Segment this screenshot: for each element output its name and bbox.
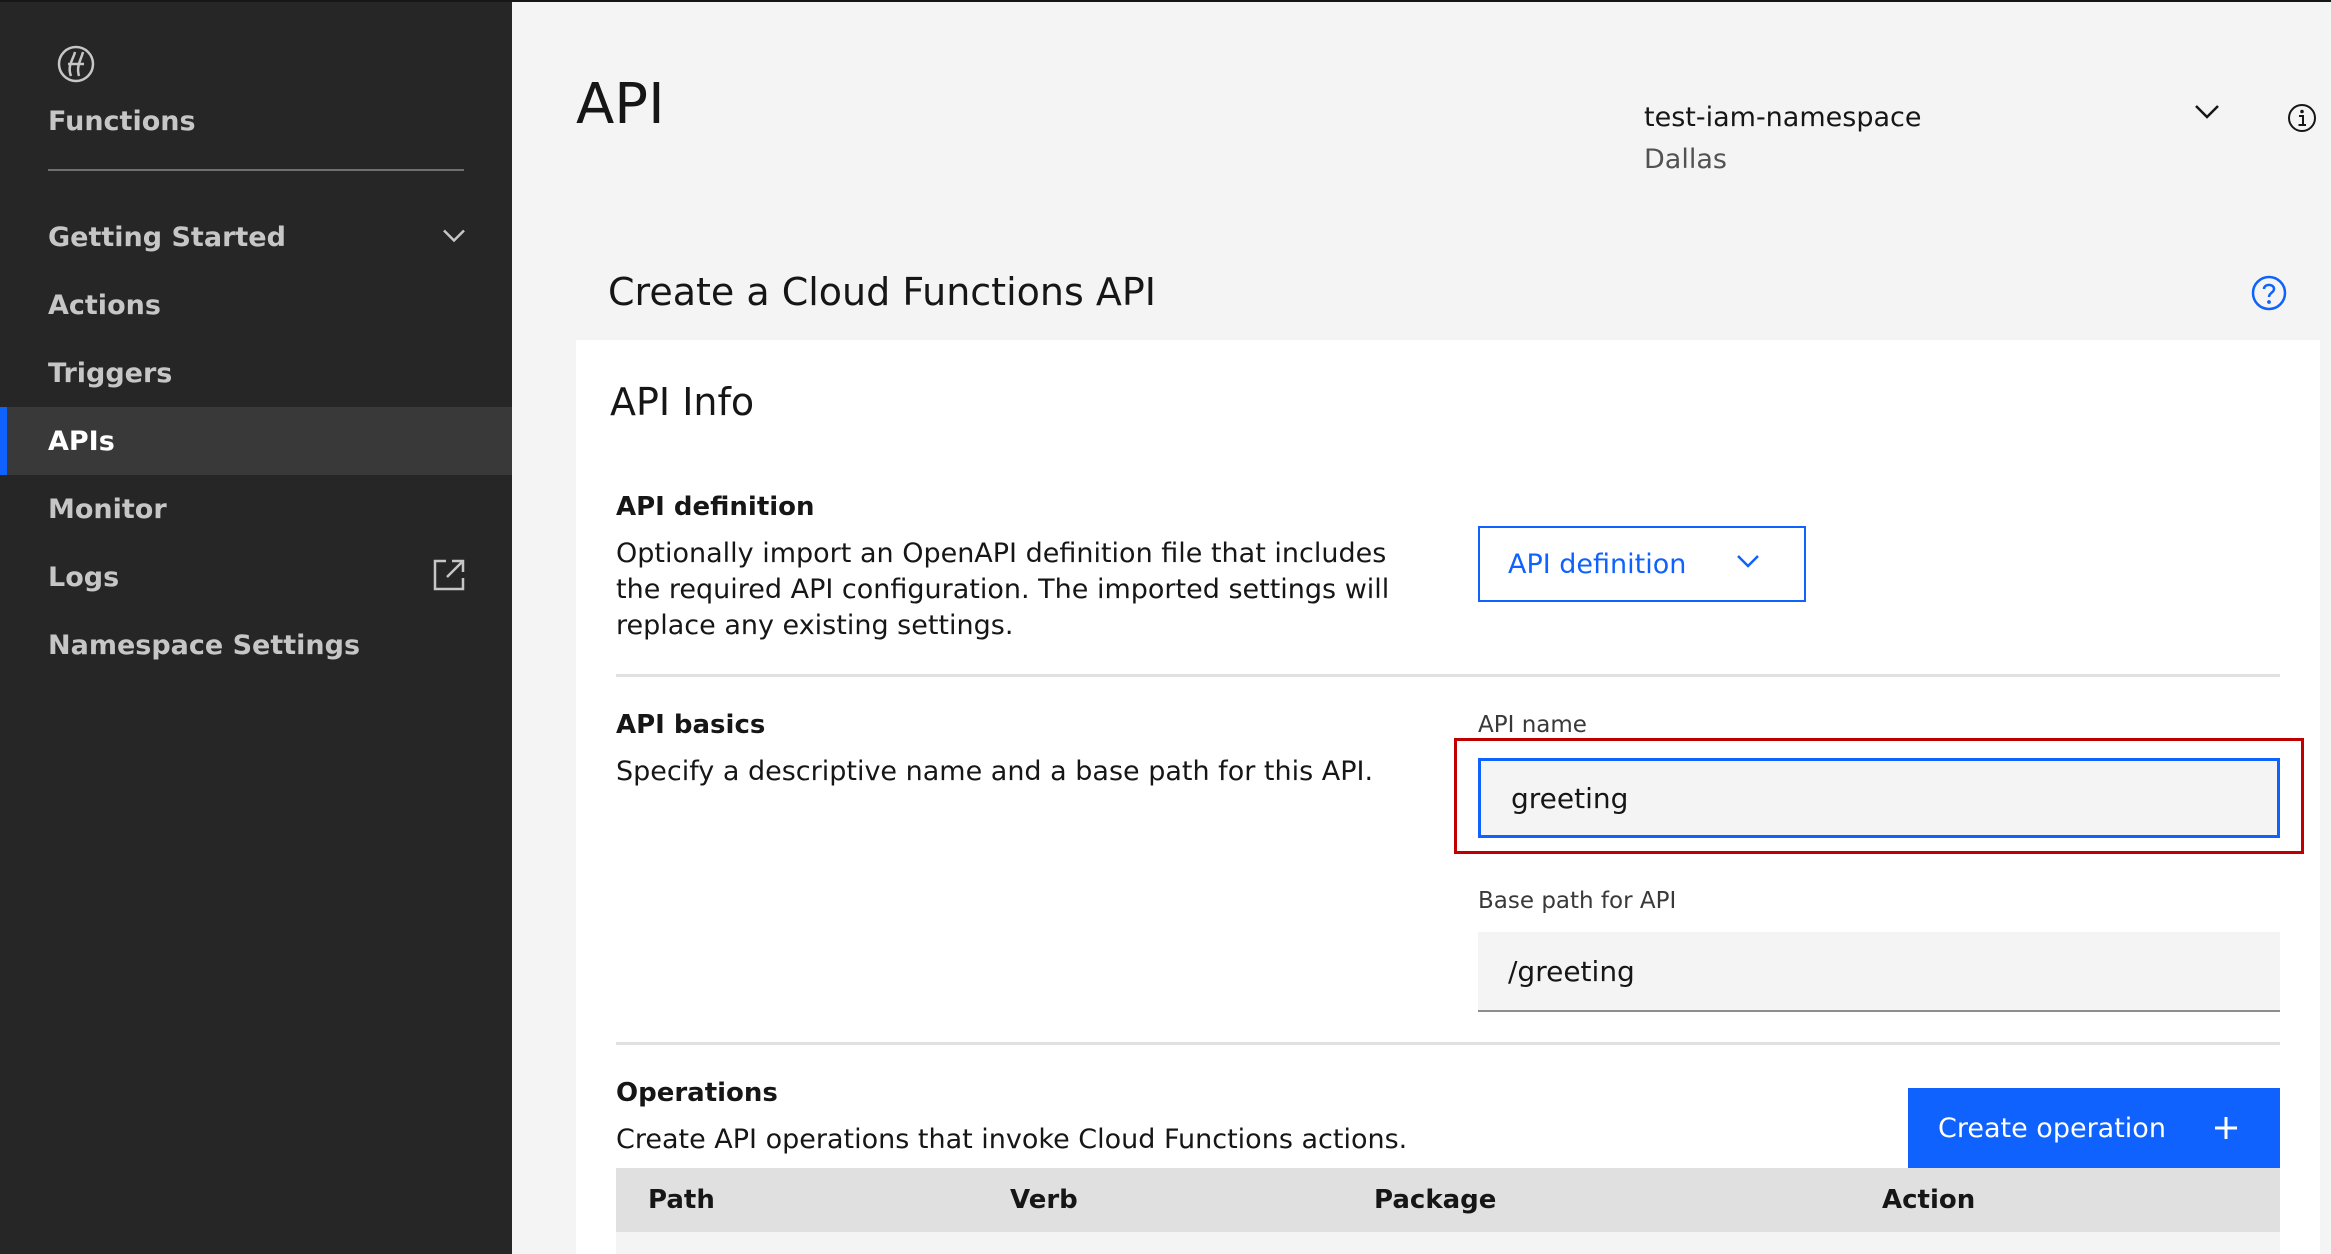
sidebar-item-label: Triggers — [48, 357, 173, 389]
add-icon — [2215, 1117, 2237, 1139]
section-divider — [616, 1042, 2280, 1045]
create-operation-button[interactable]: Create operation — [1908, 1088, 2280, 1168]
sidebar-item-triggers[interactable]: Triggers — [0, 339, 512, 407]
cloud-functions-logo-icon — [54, 42, 98, 86]
api-definition-description: Optionally import an OpenAPI definition … — [616, 538, 1390, 641]
sidebar-item-label: Getting Started — [48, 221, 286, 253]
api-info-card: API Info API definition Optionally impor… — [576, 340, 2320, 1254]
column-header-action[interactable]: Action — [1882, 1168, 1975, 1232]
api-definition-dropdown[interactable]: API definition — [1478, 526, 1806, 602]
api-name-input[interactable] — [1478, 758, 2280, 838]
sidebar-app-title: Functions — [48, 106, 196, 137]
sidebar: Functions Getting Started Actions Trigge… — [0, 2, 512, 1254]
sidebar-item-namespace-settings[interactable]: Namespace Settings — [0, 611, 512, 679]
chevron-down-icon — [1737, 555, 1759, 568]
sidebar-item-logs[interactable]: Logs — [0, 543, 512, 611]
chevron-down-icon[interactable] — [2194, 104, 2220, 124]
column-header-path[interactable]: Path — [648, 1168, 715, 1232]
namespace-selector[interactable]: test-iam-namespace — [1644, 102, 1921, 133]
api-basics-heading: API basics — [616, 710, 766, 740]
base-path-input[interactable] — [1478, 932, 2280, 1012]
operations-table-header: Path Verb Package Action — [616, 1168, 2280, 1232]
column-header-verb[interactable]: Verb — [1010, 1168, 1078, 1232]
info-icon[interactable] — [2286, 102, 2318, 138]
column-header-package[interactable]: Package — [1374, 1168, 1496, 1232]
sidebar-item-actions[interactable]: Actions — [0, 271, 512, 339]
section-divider — [616, 674, 2280, 677]
sidebar-item-getting-started[interactable]: Getting Started — [0, 203, 512, 271]
namespace-region: Dallas — [1644, 144, 1727, 175]
sidebar-item-label: Actions — [48, 289, 161, 321]
launch-external-icon — [432, 558, 466, 596]
section-title: Create a Cloud Functions API — [608, 270, 1156, 314]
create-operation-label: Create operation — [1938, 1112, 2166, 1144]
api-basics-description: Specify a descriptive name and a base pa… — [616, 756, 1374, 787]
operations-description: Create API operations that invoke Cloud … — [616, 1124, 1408, 1155]
sidebar-item-label: Monitor — [48, 493, 167, 525]
table-row — [616, 1232, 2280, 1254]
sidebar-item-label: Namespace Settings — [48, 629, 361, 661]
sidebar-item-label: Logs — [48, 561, 120, 593]
card-title: API Info — [610, 380, 755, 424]
chevron-down-icon — [442, 228, 466, 247]
page-title: API — [576, 72, 665, 137]
sidebar-divider — [48, 169, 464, 171]
help-icon[interactable] — [2250, 274, 2288, 316]
base-path-label: Base path for API — [1478, 888, 1677, 914]
operations-heading: Operations — [616, 1078, 778, 1108]
sidebar-item-monitor[interactable]: Monitor — [0, 475, 512, 543]
api-definition-heading: API definition — [616, 492, 815, 522]
sidebar-item-apis[interactable]: APIs — [0, 407, 512, 475]
api-name-label: API name — [1478, 712, 1587, 738]
sidebar-item-label: APIs — [48, 425, 115, 457]
api-definition-dropdown-label: API definition — [1508, 548, 1687, 580]
